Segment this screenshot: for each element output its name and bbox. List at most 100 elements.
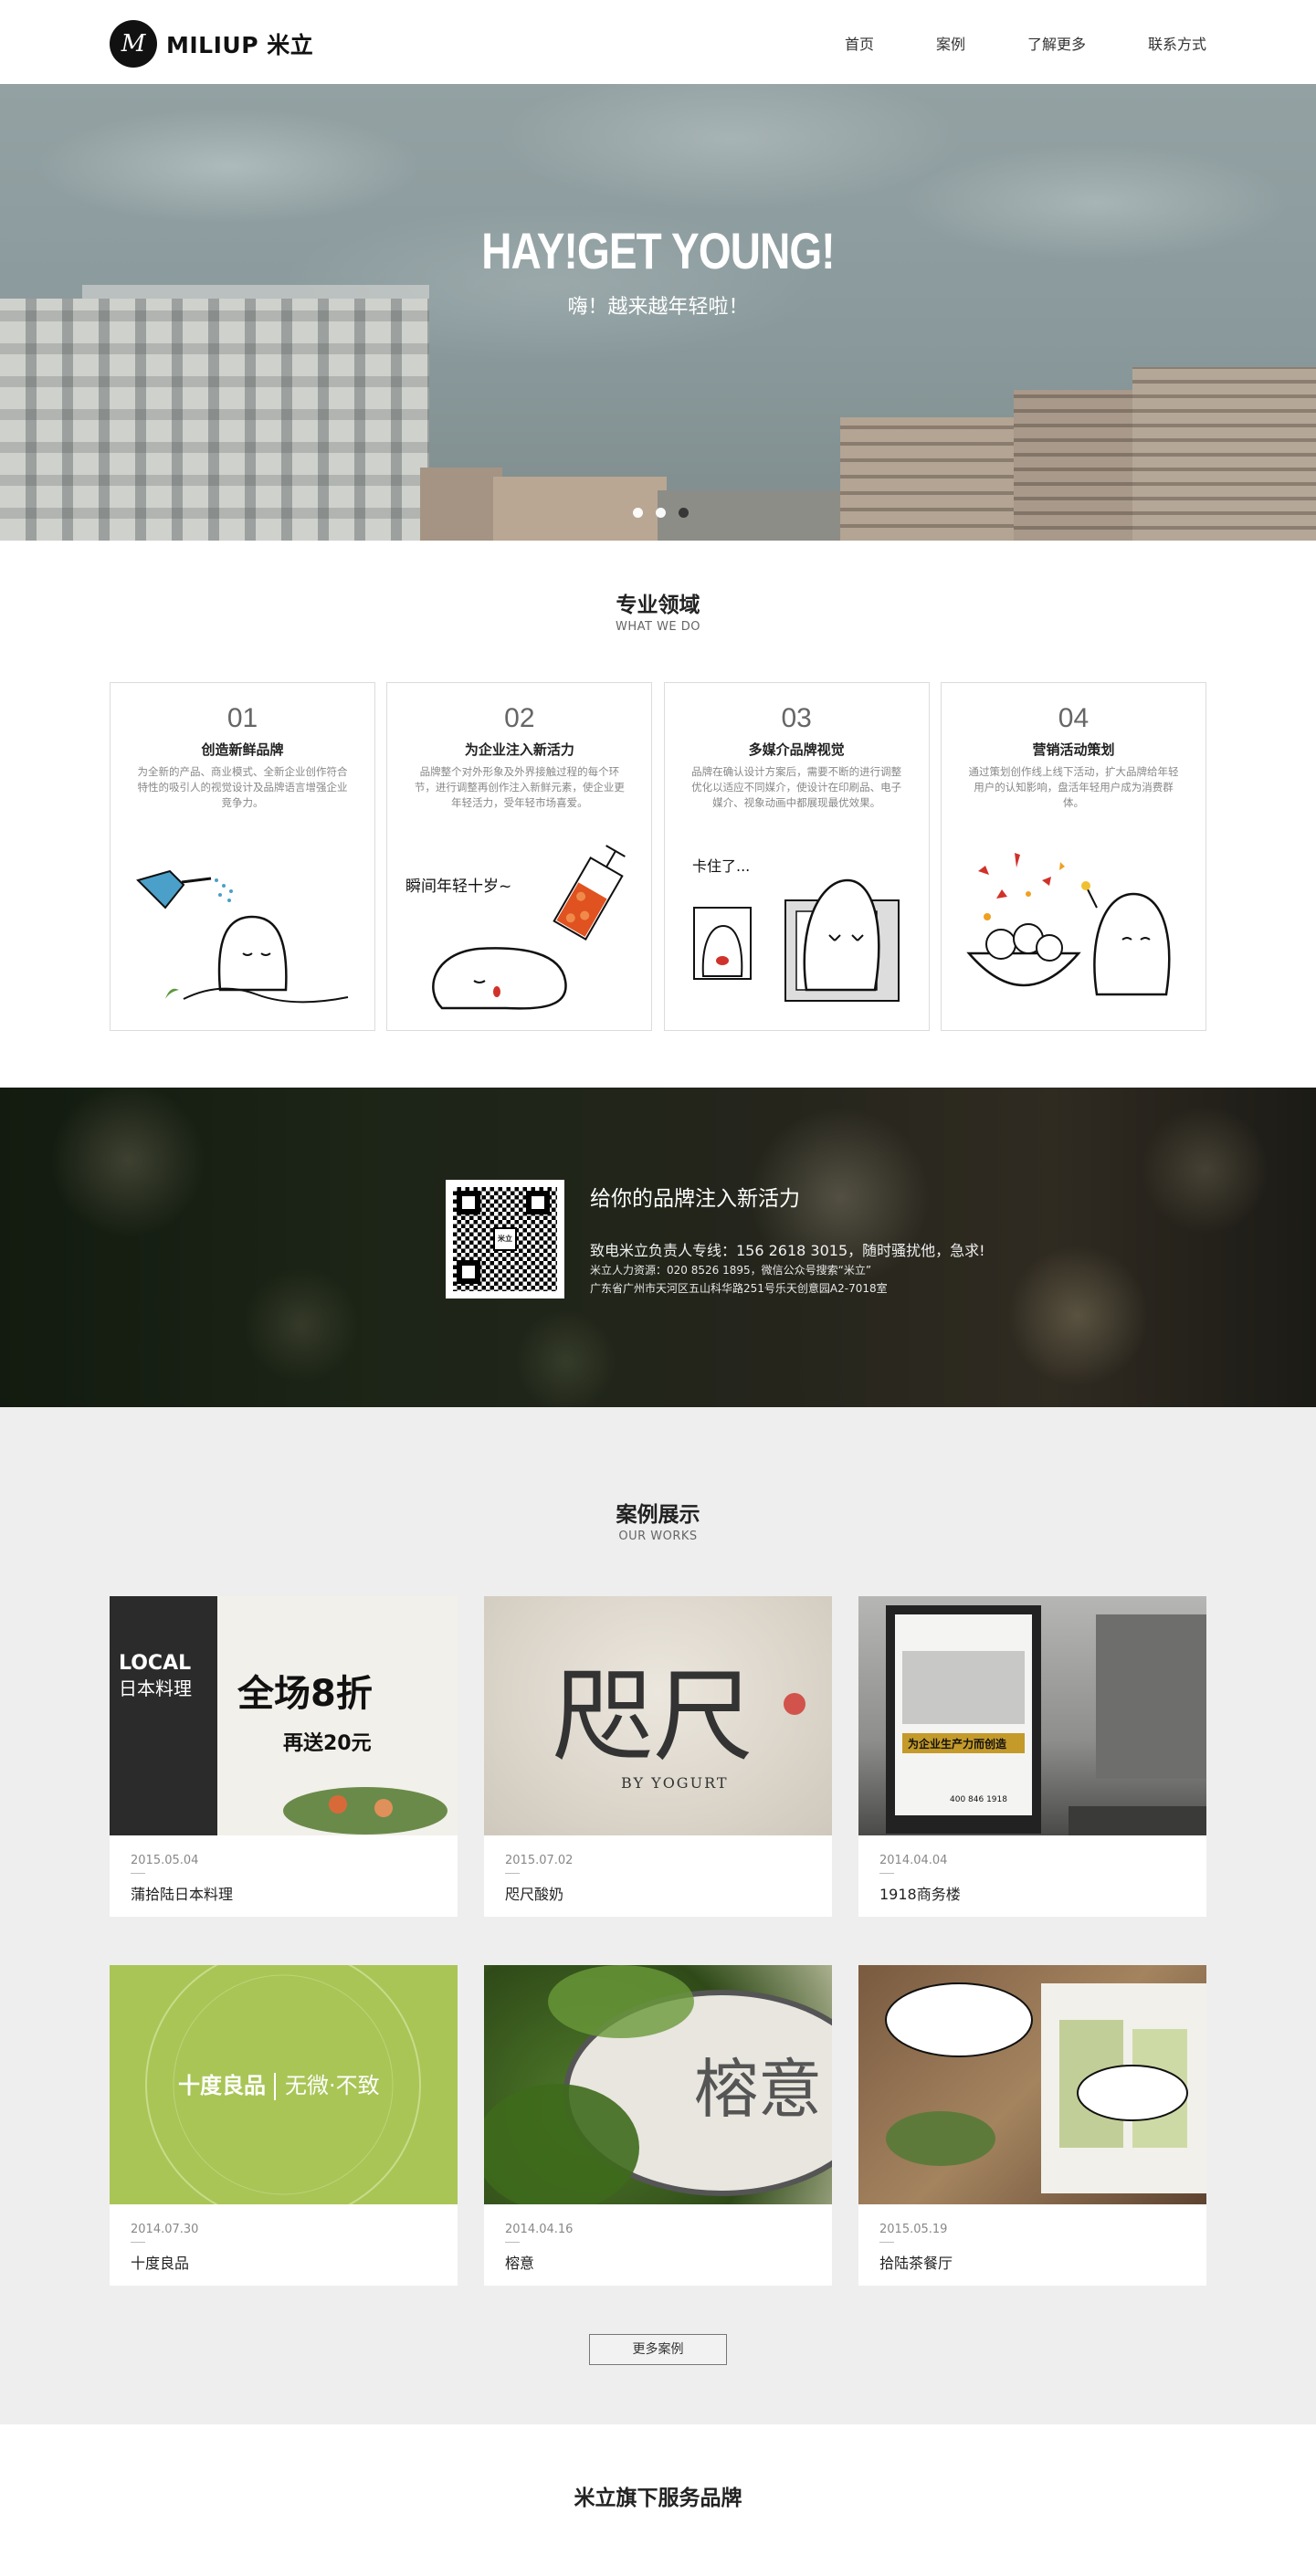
work-image-text: 全场8折 xyxy=(237,1673,373,1715)
logo-text: MILIUP 米立 xyxy=(166,32,314,58)
more-works-button[interactable]: 更多案例 xyxy=(589,2334,727,2365)
injection-mascot-illustration: 瞬间年轻十岁~ xyxy=(405,845,626,1010)
contact-banner: 米立 给你的品牌注入新活力 致电米立负责人专线：156 2618 3015，随时… xyxy=(0,1088,1316,1407)
work-name[interactable]: 十度良品 xyxy=(131,2251,189,2273)
logo[interactable]: M MILIUP 米立 xyxy=(110,20,313,68)
banner-title: 给你的品牌注入新活力 xyxy=(590,1187,800,1211)
work-image-art: 咫尺 BY YOGURT xyxy=(553,1658,805,1792)
work-image-text: 为企业生产力而创造 xyxy=(908,1737,1007,1751)
qr-code: 米立 xyxy=(446,1180,564,1299)
work-image-text: 咫尺 xyxy=(553,1658,753,1775)
hero-building xyxy=(420,468,502,541)
work-image-text: 无微·不致 xyxy=(285,2073,380,2098)
service-card-desc: 为全新的产品、商业模式、全新企业创作符合特性的吸引人的视觉设计及品牌语言增强企业… xyxy=(137,765,348,809)
hero-building xyxy=(840,417,1023,541)
services-title: 专业领域 xyxy=(616,594,700,617)
media-mascot-illustration: 卡住了... xyxy=(692,857,900,1002)
slider-dots xyxy=(633,508,701,518)
work-name[interactable]: 蒲拾陆日本料理 xyxy=(131,1882,233,1904)
work-image-art: 榕意 xyxy=(484,1965,832,2204)
work-name[interactable]: 拾陆茶餐厅 xyxy=(879,2251,953,2273)
service-card-desc: 品牌在确认设计方案后，需要不断的进行调整优化以适应不同媒介，使设计在印刷品、电子… xyxy=(691,765,902,809)
works-section: 案例展示 OUR WORKS LOCAL 日本料理 全场8折 再送20元 201… xyxy=(0,1407,1316,2424)
work-date: 2014.04.16 xyxy=(505,2223,574,2236)
nav-item-contact[interactable]: 联系方式 xyxy=(1148,32,1206,54)
celebration-mascot-illustration xyxy=(966,853,1171,996)
work-divider xyxy=(879,2242,894,2243)
banner-hr-line: 米立人力资源：020 8526 1895，微信公众号搜索“米立” xyxy=(590,1264,872,1277)
hero-building xyxy=(1132,367,1316,541)
works-title: 案例展示 xyxy=(616,1503,700,1527)
hero-title: HAY!GET YOUNG! xyxy=(481,222,835,279)
hero-slider: HAY!GET YOUNG! 嗨！越来越年轻啦！ xyxy=(0,84,1316,541)
work-image: 咫尺 BY YOGURT xyxy=(484,1596,832,1835)
service-card-title: 创造新鲜品牌 xyxy=(201,741,284,758)
work-divider xyxy=(505,2242,520,2243)
site-header: M MILIUP 米立 首页 案例 了解更多 联系方式 xyxy=(0,0,1316,84)
work-card[interactable]: 咫尺 BY YOGURT 2015.07.02 咫尺酸奶 xyxy=(484,1596,832,1917)
services-subtitle: WHAT WE DO xyxy=(615,620,701,634)
slider-dot-3[interactable] xyxy=(679,508,689,518)
qr-code-icon: 米立 xyxy=(453,1187,557,1291)
service-card-desc: 通过策划创作线上线下活动，扩大品牌给年轻用户的认知影响，盘活年轻用户成为消费群体… xyxy=(968,765,1179,809)
work-image-text: 十度良品 xyxy=(178,2073,266,2098)
work-date: 2015.05.19 xyxy=(879,2223,948,2236)
nav-item-cases[interactable]: 案例 xyxy=(936,32,965,54)
work-image xyxy=(858,1965,1206,2204)
work-image-text: BY YOGURT xyxy=(621,1774,729,1792)
work-image-text: 再送20元 xyxy=(283,1731,372,1755)
work-divider xyxy=(505,1873,520,1874)
service-card: 03 多媒介品牌视觉 品牌在确认设计方案后，需要不断的进行调整优化以适应不同媒介… xyxy=(663,682,930,1031)
logo-mark-icon: M xyxy=(110,20,157,68)
work-card[interactable]: 榕意 2014.04.16 榕意 xyxy=(484,1965,832,2286)
work-date: 2015.05.04 xyxy=(131,1854,199,1867)
watering-mascot-illustration xyxy=(136,869,349,1004)
work-card[interactable]: 为企业生产力而创造 400 846 1918 2014.04.04 1918商务… xyxy=(858,1596,1206,1917)
work-card[interactable]: 十度良品 无微·不致 2014.07.30 十度良品 xyxy=(110,1965,458,2286)
work-image-art: 十度良品 无微·不致 xyxy=(145,1965,421,2204)
work-name[interactable]: 1918商务楼 xyxy=(879,1882,961,1904)
work-image-text: LOCAL xyxy=(119,1652,191,1675)
work-image-text: 400 846 1918 xyxy=(950,1795,1007,1804)
work-image: 十度良品 无微·不致 xyxy=(110,1965,458,2204)
service-card-title: 营销活动策划 xyxy=(1032,741,1115,758)
slider-dot-2[interactable] xyxy=(656,508,666,518)
hero-building xyxy=(1014,390,1142,541)
work-date: 2014.07.30 xyxy=(131,2223,199,2236)
main-nav: 首页 案例 了解更多 联系方式 xyxy=(783,32,1206,54)
service-card-title: 为企业注入新活力 xyxy=(464,741,574,758)
service-card-art-text: 瞬间年轻十岁~ xyxy=(405,878,511,896)
nav-item-home[interactable]: 首页 xyxy=(845,32,874,54)
work-image-art xyxy=(885,1982,1206,2193)
work-image: 榕意 xyxy=(484,1965,832,2204)
service-card-art-text: 卡住了... xyxy=(692,857,750,875)
work-image-text: 榕意 xyxy=(694,2052,822,2127)
slider-dot-1[interactable] xyxy=(633,508,643,518)
service-card: 01 创造新鲜品牌 为全新的产品、商业模式、全新企业创作符合特性的吸引人的视觉设… xyxy=(110,682,375,1031)
work-name[interactable]: 咫尺酸奶 xyxy=(505,1882,563,1904)
work-image: LOCAL 日本料理 全场8折 再送20元 xyxy=(110,1596,458,1835)
work-image-text: 日本料理 xyxy=(119,1677,192,1699)
work-divider xyxy=(131,2242,145,2243)
work-card[interactable]: LOCAL 日本料理 全场8折 再送20元 2015.05.04 蒲拾陆日本料理 xyxy=(110,1596,458,1917)
service-card-number: 03 xyxy=(781,703,812,733)
banner-address-line: 广东省广州市天河区五山科华路251号乐天创意园A2-7018室 xyxy=(590,1282,888,1295)
service-card-number: 02 xyxy=(504,703,535,733)
nav-item-about[interactable]: 了解更多 xyxy=(1027,32,1086,54)
work-date: 2014.04.04 xyxy=(879,1854,948,1867)
brands-title: 米立旗下服务品牌 xyxy=(574,2487,742,2510)
service-card: 04 营销活动策划 通过策划创作线上线下活动，扩大品牌给年轻用户的认知影响，盘活… xyxy=(940,682,1206,1031)
work-date: 2015.07.02 xyxy=(505,1854,574,1867)
work-divider xyxy=(131,1873,145,1874)
banner-phone-line: 致电米立负责人专线：156 2618 3015，随时骚扰他，急求! xyxy=(590,1242,985,1259)
service-card-number: 01 xyxy=(226,703,258,733)
work-image-art: 为企业生产力而创造 400 846 1918 xyxy=(886,1605,1206,1835)
service-card-number: 04 xyxy=(1058,703,1090,733)
work-divider xyxy=(879,1873,894,1874)
hero-building xyxy=(0,299,429,541)
service-card-desc: 品牌整个对外形象及外界接触过程的每个环节，进行调整再创作注入新鲜元素，使企业更年… xyxy=(414,765,625,809)
works-subtitle: OUR WORKS xyxy=(618,1530,698,1543)
work-card[interactable]: 2015.05.19 拾陆茶餐厅 xyxy=(858,1965,1206,2286)
work-name[interactable]: 榕意 xyxy=(505,2251,534,2273)
work-image-art: LOCAL 日本料理 全场8折 再送20元 xyxy=(119,1652,447,1835)
